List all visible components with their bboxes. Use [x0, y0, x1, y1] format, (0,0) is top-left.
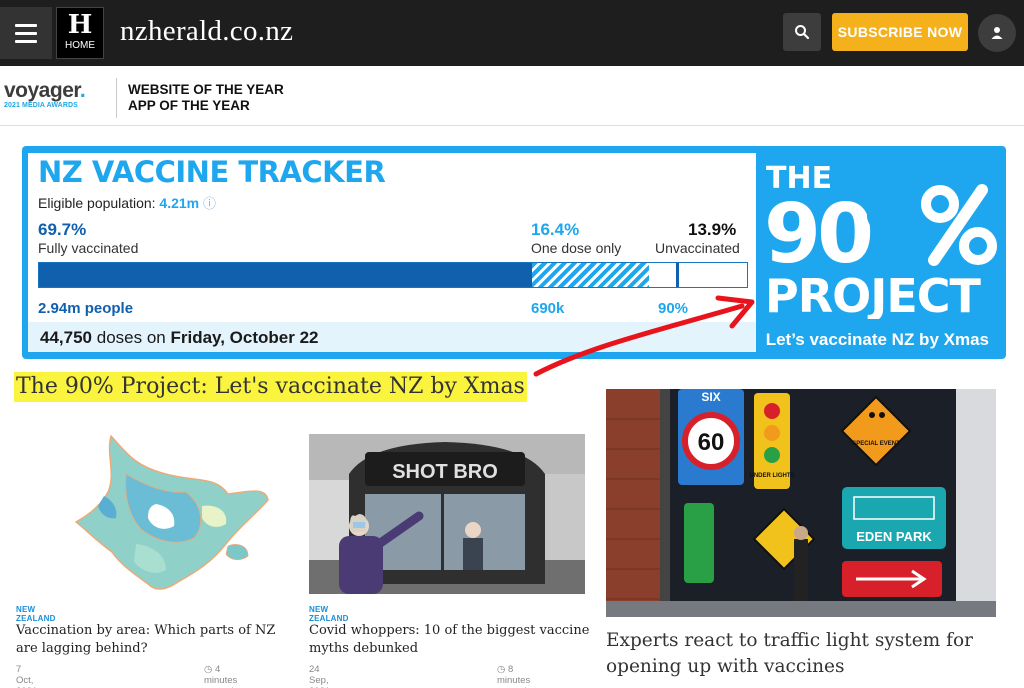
bus-sign-text: SHOT BRO: [392, 461, 498, 483]
heart-icon: [867, 205, 901, 242]
doses-word: doses on: [96, 328, 166, 347]
top-navigation-bar: H HOME nzherald.co.nz SUBSCRIBE NOW: [0, 0, 1024, 66]
article-headline[interactable]: Experts react to traffic light system fo…: [606, 628, 1006, 680]
awards-banner: voyager. 2021 MEDIA AWARDS WEBSITE OF TH…: [0, 66, 1024, 126]
fully-vaccinated-fill: [39, 263, 533, 287]
clock-icon: ◷: [497, 664, 506, 675]
fully-vaccinated-percent: 69.7%: [38, 220, 87, 239]
traffic-signs-mural-image: SIX 60 UNDER LIGHTS SPECIAL EVENT EDEN P…: [606, 389, 996, 617]
nz-vaccination-map-image: [16, 434, 292, 594]
menu-line-icon: [15, 39, 37, 43]
fully-vaccinated-label: Fully vaccinated: [38, 240, 139, 256]
awards-text: WEBSITE OF THE YEAR APP OF THE YEAR: [128, 82, 284, 114]
one-dose-percent: 16.4%: [531, 220, 580, 239]
awards-divider: [116, 78, 117, 118]
search-button[interactable]: [783, 13, 821, 51]
daily-doses-text: 44,750 doses on Friday, October 22: [40, 328, 318, 348]
voyager-brand: voyager: [4, 79, 80, 102]
speed-sign-text: 60: [698, 429, 725, 456]
tracker-title: NZ VACCINE TRACKER: [38, 155, 386, 189]
eligible-value: 4.21m: [159, 195, 200, 211]
herald-logo-icon: H: [67, 10, 93, 40]
account-button[interactable]: [978, 14, 1016, 52]
doses-count: 44,750: [40, 328, 92, 347]
vaccine-tracker-widget[interactable]: NZ VACCINE TRACKER Eligible population: …: [22, 146, 1006, 359]
shot-bro-bus-image: SHOT BRO: [309, 434, 585, 594]
eden-park-text: EDEN PARK: [856, 529, 932, 544]
menu-line-icon: [15, 23, 37, 27]
unvaccinated-percent: 13.9%: [688, 220, 737, 239]
project-word-text: PROJECT: [765, 269, 982, 319]
project-tagline: Let’s vaccinate NZ by Xmas: [765, 330, 989, 349]
one-dose-fill: [532, 263, 649, 287]
percent-sign-icon: [921, 184, 997, 266]
site-name[interactable]: nzherald.co.nz: [120, 15, 293, 48]
article-kicker[interactable]: NEW ZEALAND: [309, 605, 349, 623]
user-icon: [991, 27, 1003, 39]
voyager-logo: voyager. 2021 MEDIA AWARDS: [4, 79, 86, 110]
menu-line-icon: [15, 31, 37, 35]
read-time: ◷ 8 minutes to read: [497, 664, 530, 688]
article-headline[interactable]: Covid whoppers: 10 of the biggest vaccin…: [309, 622, 591, 658]
project-90-text: 90: [764, 187, 871, 282]
hamburger-menu-button[interactable]: [0, 7, 52, 59]
special-event-text: SPECIAL EVENT: [852, 441, 900, 447]
sign-six-text: SIX: [701, 390, 720, 404]
target-marker: [676, 263, 680, 287]
fully-vaccinated-people: 2.94m people: [38, 300, 134, 317]
search-icon: [795, 25, 810, 40]
home-label: HOME: [65, 40, 95, 51]
eligible-label: Eligible population:: [38, 195, 156, 211]
award-line-app: APP OF THE YEAR: [128, 98, 250, 113]
90-percent-project-logo[interactable]: THE 90 PROJECT: [764, 154, 1000, 319]
award-line-website: WEBSITE OF THE YEAR: [128, 82, 284, 97]
vaccination-progress-bar: [38, 262, 748, 288]
eligible-population: Eligible population: 4.21m ⓘ: [38, 193, 216, 212]
article-kicker[interactable]: NEW ZEALAND: [16, 605, 56, 623]
doses-date: Friday, October 22: [170, 328, 319, 347]
voyager-dot: .: [79, 79, 86, 102]
one-dose-label: One dose only: [531, 240, 622, 256]
subscribe-button[interactable]: SUBSCRIBE NOW: [832, 13, 968, 51]
voyager-subtitle: 2021 MEDIA AWARDS: [4, 102, 78, 109]
article-date: 7 Oct, 2021 03:18 PM: [16, 664, 37, 688]
read-time: ◷ 4 minutes to read: [204, 664, 237, 688]
under-lights-text: UNDER LIGHTS: [750, 473, 795, 479]
home-logo-link[interactable]: H HOME: [56, 7, 104, 59]
article-headline[interactable]: Vaccination by area: Which parts of NZ a…: [16, 622, 298, 658]
red-arrow-annotation: [533, 295, 755, 377]
info-icon[interactable]: ⓘ: [203, 196, 216, 211]
clock-icon: ◷: [204, 664, 213, 675]
highlighted-caption: The 90% Project: Let's vaccinate NZ by X…: [14, 372, 527, 402]
unvaccinated-label: Unvaccinated: [655, 240, 740, 256]
article-date: 24 Sep, 2021 05:00 AM: [309, 664, 330, 688]
